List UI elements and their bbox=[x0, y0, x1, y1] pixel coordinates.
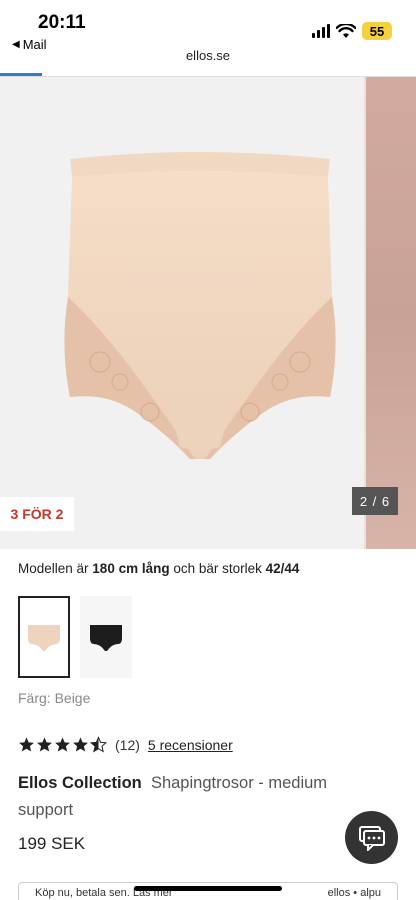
product-price: 199 SEK bbox=[18, 834, 86, 853]
klarna-banner[interactable]: Köp nu, betala sen. Läs mer ellos • alpu bbox=[18, 882, 398, 900]
rating-stars bbox=[18, 736, 107, 753]
model-info: Modellen är 180 cm lång och bär storlek … bbox=[18, 561, 299, 576]
home-indicator[interactable] bbox=[134, 886, 282, 891]
promo-badge: 3 FÖR 2 bbox=[0, 497, 74, 531]
model-size: 42/44 bbox=[265, 561, 300, 576]
star-half-icon bbox=[90, 736, 107, 753]
swatch-beige[interactable] bbox=[18, 596, 70, 678]
star-full-icon bbox=[73, 737, 88, 752]
color-swatches bbox=[18, 596, 132, 678]
swatch-black[interactable] bbox=[80, 596, 132, 678]
chat-icon bbox=[358, 825, 385, 851]
color-label: Färg: Beige bbox=[18, 690, 91, 706]
brand-name[interactable]: Ellos Collection bbox=[18, 774, 142, 792]
swatch-beige-thumbnail bbox=[28, 625, 60, 651]
url-bar[interactable]: ellos.se bbox=[0, 48, 416, 74]
cellular-signal-icon bbox=[312, 24, 330, 38]
image-counter: 2 / 6 bbox=[352, 487, 398, 515]
battery-icon: 55 bbox=[362, 22, 392, 40]
rating-row: (12) 5 recensioner bbox=[18, 736, 233, 753]
next-slide-preview[interactable] bbox=[364, 77, 416, 549]
swatch-black-thumbnail bbox=[90, 625, 122, 651]
rating-count: (12) bbox=[115, 736, 140, 753]
klarna-logo: ellos • alpu bbox=[327, 887, 381, 899]
product-image[interactable] bbox=[60, 147, 340, 477]
star-full-icon bbox=[37, 737, 52, 752]
product-title: Ellos Collection Shapingtrosor - medium … bbox=[18, 770, 358, 824]
star-full-icon bbox=[19, 737, 34, 752]
product-image-gallery[interactable]: 3 FÖR 2 2 / 6 bbox=[0, 77, 416, 549]
model-info-mid: och bär storlek bbox=[169, 561, 266, 576]
model-info-prefix: Modellen är bbox=[18, 561, 93, 576]
model-height: 180 cm lång bbox=[92, 561, 170, 576]
chat-button[interactable] bbox=[345, 811, 398, 864]
status-icons: 55 bbox=[312, 22, 392, 40]
star-full-icon bbox=[55, 737, 70, 752]
status-time: 20:11 bbox=[38, 12, 86, 33]
wifi-icon bbox=[336, 23, 356, 38]
reviews-link[interactable]: 5 recensioner bbox=[148, 737, 233, 753]
